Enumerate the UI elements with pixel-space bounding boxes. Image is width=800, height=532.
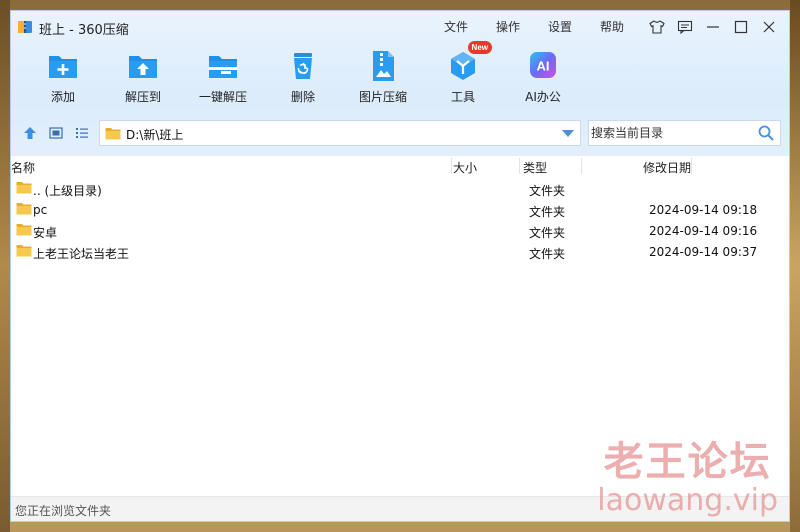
column-name[interactable]: 名称 <box>11 159 35 176</box>
column-separator[interactable] <box>451 158 452 174</box>
list-view-button[interactable] <box>73 124 91 142</box>
tools-button-label: 工具 <box>450 90 475 104</box>
search-input[interactable] <box>591 124 751 142</box>
column-separator[interactable] <box>691 158 692 174</box>
close-button[interactable] <box>757 17 781 37</box>
menu-operation[interactable]: 操作 <box>496 18 548 35</box>
column-size[interactable]: 大小 <box>453 159 477 176</box>
arrow-up-icon <box>24 127 36 139</box>
maximize-button[interactable] <box>729 17 753 37</box>
file-row[interactable]: 上老王论坛当老王 文件夹 2024-09-14 09:37 <box>11 242 789 263</box>
app-logo-icon <box>18 21 32 33</box>
ai-office-icon-text: AI <box>537 59 550 74</box>
maximize-icon <box>734 20 748 34</box>
menu-file[interactable]: 文件 <box>444 18 496 35</box>
file-name: .. (上级目录) <box>33 184 102 198</box>
skin-button[interactable] <box>645 17 669 37</box>
file-name: 上老王论坛当老王 <box>33 247 130 261</box>
file-date: 2024-09-14 09:37 <box>649 245 758 259</box>
delete-button-label: 删除 <box>290 90 315 104</box>
one-click-extract-button-label: 一键解压 <box>198 90 247 104</box>
list-view-icon <box>76 128 88 138</box>
extract-to-icon <box>126 49 160 83</box>
minimize-icon <box>707 26 719 28</box>
title-bar: 班上 - 360压缩 文件 操作 设置 帮助 <box>11 11 789 43</box>
desktop-background-right <box>790 0 800 532</box>
add-button-label: 添加 <box>50 90 75 104</box>
menu-bar: 文件 操作 设置 帮助 <box>444 18 652 35</box>
folder-icon <box>16 245 32 257</box>
desktop-background-left <box>0 0 10 532</box>
minimize-button[interactable] <box>701 17 725 37</box>
file-type: 文件夹 <box>529 205 566 219</box>
delete-button[interactable]: 删除 <box>263 49 343 105</box>
column-separator[interactable] <box>581 158 582 174</box>
path-bar[interactable]: D:\新\班上 <box>99 120 581 146</box>
path-text: D:\新\班上 <box>126 128 184 142</box>
watermark: 老王论坛 laowang.vip <box>597 440 778 518</box>
menu-settings[interactable]: 设置 <box>548 18 600 35</box>
folder-icon <box>16 182 32 194</box>
file-type: 文件夹 <box>529 247 566 261</box>
extract-to-button[interactable]: 解压到 <box>103 49 183 105</box>
column-header: 名称 大小 类型 修改日期 <box>11 156 789 177</box>
add-folder-icon <box>46 49 80 83</box>
ai-office-icon: AI <box>526 49 560 83</box>
one-click-extract-icon <box>206 49 240 83</box>
watermark-title: 老王论坛 <box>603 439 772 485</box>
extract-to-button-label: 解压到 <box>124 90 161 104</box>
image-compress-icon <box>366 49 400 83</box>
column-separator[interactable] <box>519 158 520 174</box>
window-chrome: 班上 - 360压缩 文件 操作 设置 帮助 添加 解压到 一键解压 删除 图片… <box>11 11 789 156</box>
close-icon <box>763 21 775 33</box>
file-type: 文件夹 <box>529 184 566 198</box>
thumbnail-view-button[interactable] <box>47 124 65 142</box>
delete-icon <box>286 49 320 83</box>
file-type: 文件夹 <box>529 226 566 240</box>
folder-icon <box>105 128 121 140</box>
message-icon <box>677 20 693 34</box>
ai-office-button-label: AI办公 <box>525 90 561 104</box>
thumbnail-view-icon <box>49 127 63 139</box>
folder-icon <box>16 203 32 215</box>
file-date: 2024-09-14 09:18 <box>649 203 758 217</box>
tools-button[interactable]: New 工具 <box>423 41 503 105</box>
status-text: 您正在浏览文件夹 <box>15 504 112 518</box>
folder-icon <box>16 224 32 236</box>
chevron-down-icon[interactable] <box>562 130 574 137</box>
ai-office-button[interactable]: AI AI办公 <box>503 49 583 105</box>
new-badge: New <box>467 41 492 54</box>
feedback-button[interactable] <box>673 17 697 37</box>
add-button[interactable]: 添加 <box>23 49 103 105</box>
column-date[interactable]: 修改日期 <box>643 159 691 176</box>
file-name: pc <box>33 203 48 217</box>
search-box <box>588 120 781 146</box>
image-compress-button-label: 图片压缩 <box>358 90 407 104</box>
tools-icon: New <box>446 41 492 83</box>
shirt-icon <box>649 20 665 34</box>
file-row[interactable]: pc 文件夹 2024-09-14 09:18 <box>11 200 789 221</box>
one-click-extract-button[interactable]: 一键解压 <box>183 49 263 105</box>
image-compress-button[interactable]: 图片压缩 <box>343 49 423 105</box>
file-row-parent[interactable]: .. (上级目录) 文件夹 <box>11 179 789 200</box>
toolbar: 添加 解压到 一键解压 删除 图片压缩 New 工具 AI AI办公 <box>11 41 789 113</box>
column-type[interactable]: 类型 <box>523 159 547 176</box>
file-name: 安卓 <box>33 226 58 240</box>
navigation-bar: D:\新\班上 <box>11 117 789 149</box>
up-level-button[interactable] <box>21 124 39 142</box>
file-date: 2024-09-14 09:16 <box>649 224 758 238</box>
window-title: 班上 - 360压缩 <box>39 23 129 38</box>
window-controls <box>645 17 781 37</box>
watermark-url: laowang.vip <box>597 483 778 518</box>
search-icon[interactable] <box>758 125 774 141</box>
file-row[interactable]: 安卓 文件夹 2024-09-14 09:16 <box>11 221 789 242</box>
